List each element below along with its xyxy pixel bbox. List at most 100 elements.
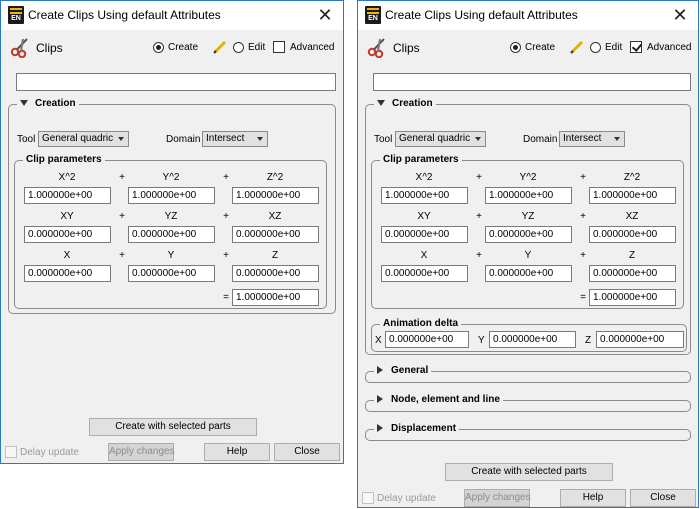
clip-parameters-group: Clip parameters X^2 + Y^2 + Z^2 1.000000… (14, 154, 327, 309)
coef-label: Y (167, 250, 175, 261)
close-icon[interactable]: ✕ (668, 3, 692, 27)
coef-xy-input[interactable]: 0.000000e+00 (24, 226, 111, 243)
coef-z-input[interactable]: 0.000000e+00 (232, 265, 319, 282)
advanced-checkbox[interactable] (273, 41, 285, 53)
help-button[interactable]: Help (560, 489, 626, 507)
coef-y2-input[interactable]: 1.000000e+00 (128, 187, 215, 204)
anim-z-input[interactable]: 0.000000e+00 (596, 331, 684, 348)
coef-xz-input[interactable]: 0.000000e+00 (589, 226, 676, 243)
coef-label: XZ (625, 211, 639, 222)
clips-dialog-advanced: EN Create Clips Using default Attributes… (357, 0, 699, 508)
plus-sign: + (476, 250, 482, 261)
clips-label: Clips (393, 41, 420, 55)
coef-x-input[interactable]: 0.000000e+00 (381, 265, 468, 282)
advanced-checkbox[interactable] (630, 41, 642, 53)
delay-update-checkbox[interactable] (5, 446, 17, 458)
coef-label: YZ (521, 211, 535, 222)
expand-triangle-icon (377, 100, 385, 106)
chevron-down-icon (257, 137, 263, 141)
coef-label: Y^2 (162, 172, 180, 183)
create-radio[interactable] (153, 42, 164, 53)
chevron-down-icon (118, 137, 124, 141)
delay-update-label: Delay update (377, 493, 436, 504)
coef-y2-input[interactable]: 1.000000e+00 (485, 187, 572, 204)
tool-select[interactable]: General quadric (38, 131, 129, 147)
window-title: Create Clips Using default Attributes (28, 8, 221, 22)
anim-x-input[interactable]: 0.000000e+00 (385, 331, 469, 348)
clips-dialog-basic: EN Create Clips Using default Attributes… (0, 0, 344, 464)
apply-changes-button[interactable]: Apply changes (108, 443, 175, 461)
constant-input[interactable]: 1.000000e+00 (232, 289, 319, 306)
coef-label: X (420, 250, 428, 261)
coef-y-input[interactable]: 0.000000e+00 (128, 265, 215, 282)
plus-sign: + (223, 250, 229, 261)
plus-sign: + (580, 172, 586, 183)
delay-update-checkbox[interactable] (362, 492, 374, 504)
plus-sign: + (476, 172, 482, 183)
window-title: Create Clips Using default Attributes (385, 8, 578, 22)
coef-x-input[interactable]: 0.000000e+00 (24, 265, 111, 282)
constant-input[interactable]: 1.000000e+00 (589, 289, 676, 306)
general-section: General (365, 365, 691, 383)
create-with-selected-parts-button[interactable]: Create with selected parts (445, 463, 613, 481)
coef-x2-input[interactable]: 1.000000e+00 (24, 187, 111, 204)
displacement-toggle[interactable]: Displacement (374, 423, 460, 434)
animation-delta-group: Animation delta X 0.000000e+00 Y 0.00000… (371, 318, 687, 352)
coef-z-input[interactable]: 0.000000e+00 (589, 265, 676, 282)
domain-select[interactable]: Intersect (202, 131, 268, 147)
create-label: Create (168, 42, 199, 53)
close-button[interactable]: Close (274, 443, 340, 461)
animation-delta-title: Animation delta (380, 318, 462, 329)
advanced-label: Advanced (290, 42, 335, 53)
tool-select[interactable]: General quadric (395, 131, 486, 147)
anim-y-label: Y (478, 335, 485, 346)
plus-sign: + (476, 211, 482, 222)
coef-x2-input[interactable]: 1.000000e+00 (381, 187, 468, 204)
node-element-line-toggle[interactable]: Node, element and line (374, 394, 503, 405)
create-with-selected-parts-button[interactable]: Create with selected parts (89, 418, 257, 436)
close-icon[interactable]: ✕ (313, 3, 337, 27)
close-button[interactable]: Close (630, 489, 696, 507)
coef-z2-input[interactable]: 1.000000e+00 (232, 187, 319, 204)
coef-yz-input[interactable]: 0.000000e+00 (485, 226, 572, 243)
mode-header: Clips Create Edit Advanced (358, 31, 698, 63)
coef-z2-input[interactable]: 1.000000e+00 (589, 187, 676, 204)
coef-y-input[interactable]: 0.000000e+00 (485, 265, 572, 282)
anim-y-input[interactable]: 0.000000e+00 (489, 331, 576, 348)
expand-triangle-icon (377, 366, 383, 374)
node-element-line-section: Node, element and line (365, 394, 691, 412)
coef-label: XY (417, 211, 431, 222)
coef-label: X^2 (58, 172, 76, 183)
equals-sign: = (223, 292, 229, 303)
creation-toggle[interactable]: Creation (374, 98, 436, 109)
title-bar[interactable]: EN Create Clips Using default Attributes… (358, 1, 698, 30)
plus-sign: + (119, 211, 125, 222)
coef-label: Z^2 (623, 172, 641, 183)
coef-yz-input[interactable]: 0.000000e+00 (128, 226, 215, 243)
title-bar[interactable]: EN Create Clips Using default Attributes… (1, 1, 343, 30)
domain-select[interactable]: Intersect (559, 131, 625, 147)
coef-label: Y^2 (519, 172, 537, 183)
plus-sign: + (223, 211, 229, 222)
domain-label: Domain (166, 134, 201, 145)
clip-parameters-group: Clip parameters X^2 + Y^2 + Z^2 1.000000… (371, 154, 684, 309)
chevron-down-icon (614, 137, 620, 141)
clip-name-input[interactable] (373, 73, 691, 91)
coef-xy-input[interactable]: 0.000000e+00 (381, 226, 468, 243)
general-toggle[interactable]: General (374, 365, 432, 376)
apply-changes-button[interactable]: Apply changes (464, 489, 531, 507)
edit-radio[interactable] (233, 42, 244, 53)
expand-triangle-icon (377, 424, 383, 432)
chevron-down-icon (475, 137, 481, 141)
edit-radio[interactable] (590, 42, 601, 53)
coef-xz-input[interactable]: 0.000000e+00 (232, 226, 319, 243)
create-radio[interactable] (510, 42, 521, 53)
expand-triangle-icon (377, 395, 383, 403)
help-button[interactable]: Help (204, 443, 270, 461)
creation-toggle[interactable]: Creation (17, 98, 79, 109)
delay-update-label: Delay update (20, 447, 79, 458)
clip-parameters-title: Clip parameters (23, 154, 105, 165)
clip-name-input[interactable] (16, 73, 336, 91)
expand-triangle-icon (20, 100, 28, 106)
pencil-icon (213, 40, 227, 54)
